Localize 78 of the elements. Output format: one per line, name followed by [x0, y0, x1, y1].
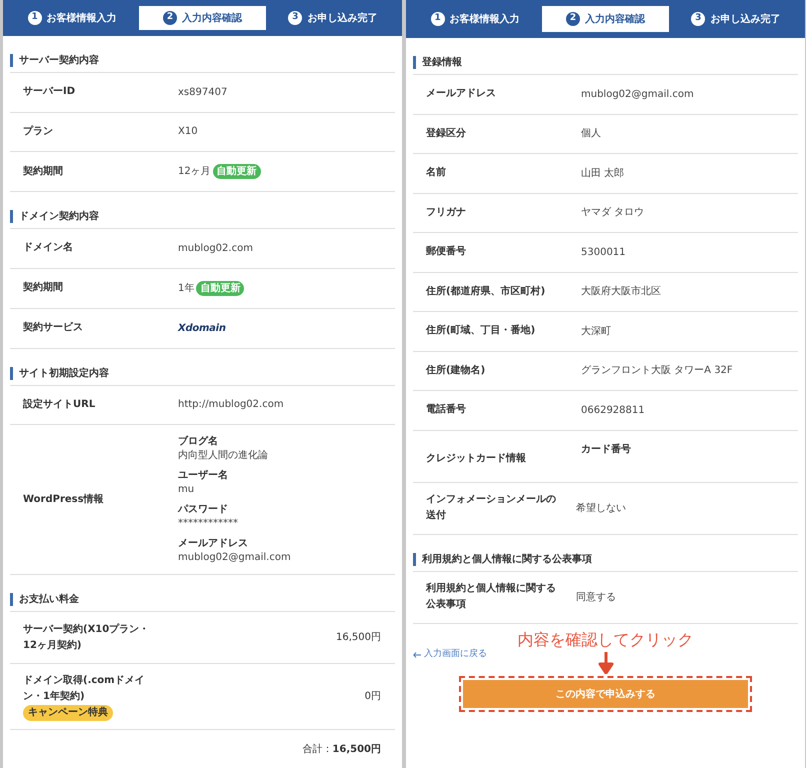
field-value: 内向型人間の進化論 — [178, 448, 269, 462]
step-number: 2 — [566, 12, 580, 26]
row-value: 個人 — [581, 127, 601, 142]
auto-renew-badge: 自動更新 — [196, 280, 244, 296]
row-label: WordPress情報 — [23, 492, 105, 506]
row-value: http://mublog02.com — [178, 398, 284, 412]
row-label: メールアドレス — [426, 87, 497, 102]
row-label: ドメイン名 — [23, 240, 74, 256]
step-label: お申し込み完了 — [307, 11, 378, 26]
step-number: 1 — [430, 12, 445, 26]
row-value: mublog02.com — [178, 242, 253, 256]
field-label: パスワード — [178, 502, 229, 516]
row-label: 住所(都道府県、市区町村) — [426, 284, 546, 299]
row-label: 設定サイトURL — [23, 397, 96, 412]
row-label: 住所(建物名) — [426, 364, 486, 378]
step-label: 入力内容確認 — [182, 11, 242, 26]
field-value: ************ — [178, 516, 239, 530]
row-value: ヤマダ タロウ — [581, 206, 644, 220]
field-label: カード番号 — [581, 442, 631, 456]
row-value: 希望しない — [576, 502, 626, 516]
field-label: メールアドレス — [178, 536, 249, 550]
row-value: mublog02@gmail.com — [581, 88, 694, 102]
price-value: 0円 — [364, 690, 381, 704]
row-label: サーバーID — [23, 85, 76, 100]
row-value: 1年 — [178, 282, 194, 296]
auto-renew-badge: 自動更新 — [212, 164, 261, 179]
row-value: 大阪府大阪市北区 — [581, 284, 661, 300]
step-number: 2 — [162, 11, 177, 25]
row-label: 契約期間 — [23, 164, 64, 178]
field-label: ユーザー名 — [178, 468, 229, 482]
row-label: プラン — [23, 124, 54, 139]
row-label: 登録区分 — [426, 126, 467, 141]
field-value: mu — [178, 482, 196, 496]
down-arrow-icon — [598, 652, 614, 674]
section-title: お支払い料金 — [10, 593, 79, 606]
row-value: 5300011 — [581, 246, 626, 260]
row-value: 同意する — [576, 590, 616, 604]
step-number: 1 — [28, 11, 42, 25]
campaign-badge: キャンペーン特典 — [23, 704, 113, 720]
annotation-text: 内容を確認してクリック — [518, 630, 694, 650]
step-label: お申し込み完了 — [710, 12, 780, 26]
row-label: 名前 — [426, 166, 447, 180]
row-value: グランフロント大阪 タワーA 32F — [581, 364, 733, 378]
row-label: インフォメーションメールの送付 — [426, 493, 557, 523]
row-label: サーバー契約(X10プラン・12ヶ月契約) — [23, 622, 150, 652]
row-label: 利用規約と個人情報に関する公表事項 — [426, 582, 557, 612]
row-value: 0662928811 — [581, 404, 645, 418]
section-title: ドメイン契約内容 — [10, 210, 99, 223]
back-link[interactable]: 入力画面に戻る — [413, 648, 518, 674]
field-value: mublog02@gmail.com — [178, 550, 291, 564]
row-label: 契約期間 — [23, 280, 64, 295]
left-arrow-icon — [413, 652, 421, 658]
step-label: お客様情報入力 — [46, 11, 117, 26]
row-value: xs897407 — [178, 86, 228, 100]
submit-button[interactable]: この内容で申込みする — [463, 680, 748, 708]
row-value: X10 — [178, 125, 198, 140]
row-label: 住所(町域、丁目・番地) — [426, 324, 536, 338]
step-number: 3 — [691, 12, 706, 26]
row-value: 大深町 — [581, 324, 611, 339]
section-title: サーバー契約内容 — [10, 54, 99, 67]
row-value: 12ヶ月 — [178, 165, 211, 179]
section-title: 利用規約と個人情報に関する公表事項 — [413, 552, 592, 566]
row-label: 電話番号 — [426, 402, 467, 418]
row-value: 山田 太郎 — [581, 166, 624, 181]
section-title: サイト初期設定内容 — [10, 366, 109, 380]
total-amount: 合計：16,500円 — [302, 742, 381, 756]
row-label: 契約サービス — [23, 320, 84, 335]
row-label: 郵便番号 — [426, 244, 467, 260]
field-label: ブログ名 — [178, 434, 219, 448]
row-label: フリガナ — [426, 206, 467, 220]
row-label: クレジットカード情報 — [426, 452, 527, 466]
service-logo: Xdomain — [178, 322, 226, 336]
step-label: お客様情報入力 — [450, 12, 520, 26]
step-number: 3 — [288, 11, 302, 25]
step-label: 入力内容確認 — [584, 12, 645, 26]
price-value: 16,500円 — [336, 631, 381, 645]
row-label: ドメイン取得(.comドメイン・1年契約) — [23, 674, 146, 704]
section-title: 登録情報 — [413, 56, 462, 69]
